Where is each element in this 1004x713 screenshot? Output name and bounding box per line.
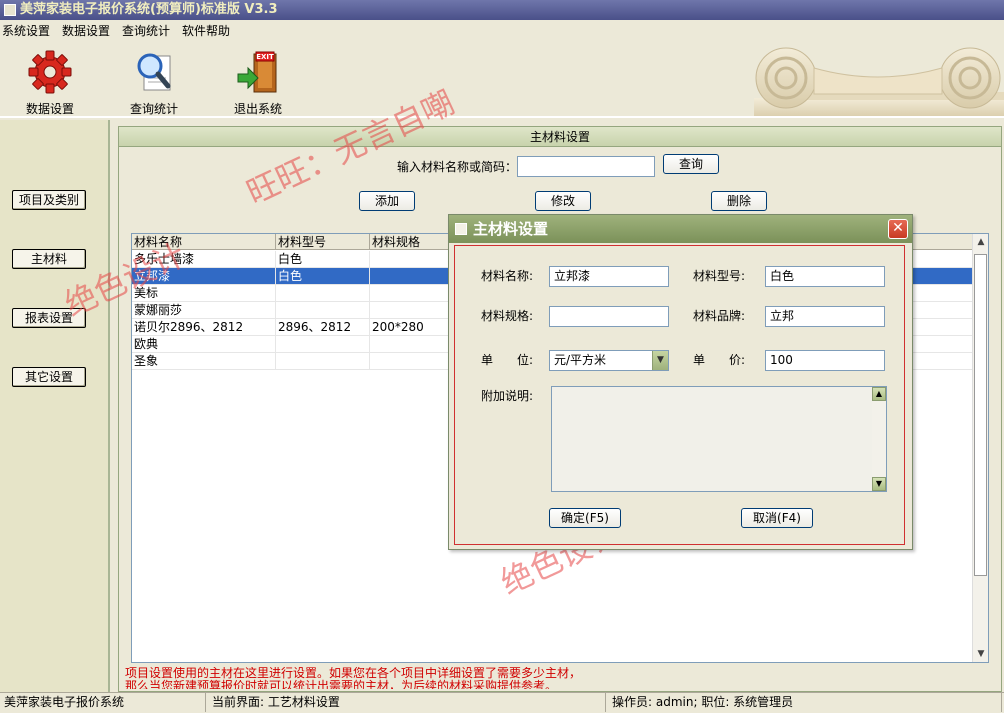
help-hint-text: 项目设置使用的主材在这里进行设置。如果您在各个项目中详细设置了需要多少主材， 那… <box>125 667 985 689</box>
table-cell <box>370 353 450 369</box>
menu-query-stats[interactable]: 查询统计 <box>122 20 176 42</box>
scroll-up-icon[interactable]: ▲ <box>872 387 886 401</box>
spec-field[interactable] <box>549 306 669 327</box>
data-settings-button[interactable]: 数据设置 <box>10 48 90 116</box>
table-cell: 2896、2812 <box>276 319 370 335</box>
menu-bar: 系统设置 数据设置 查询统计 软件帮助 <box>0 20 1004 42</box>
nav-report-settings-button[interactable]: 报表设置 <box>12 308 86 328</box>
exit-sign-text: EXIT <box>256 53 274 61</box>
dialog-title: 主材料设置 <box>473 220 549 238</box>
panel-header: 主材料设置 <box>119 127 1001 147</box>
unit-select-value: 元/平方米 <box>554 353 607 367</box>
toolbar: 数据设置 查询统计 EXIT 退出系统 <box>0 42 1004 118</box>
unit-label: 单 位: <box>481 353 534 367</box>
status-current-view: 当前界面: 工艺材料设置 <box>208 693 606 712</box>
status-operator: 操作员: admin; 职位: 系统管理员 <box>608 693 1002 712</box>
note-textarea[interactable]: ▲ ▼ <box>551 386 887 492</box>
table-cell: 蒙娜丽莎 <box>132 302 276 318</box>
scroll-thumb[interactable] <box>974 254 987 576</box>
add-button[interactable]: 添加 <box>359 191 415 211</box>
title-bar: 美萍家装电子报价系统(预算师)标准版 V3.3 <box>0 0 1004 20</box>
note-scrollbar[interactable]: ▲ ▼ <box>872 387 886 491</box>
table-cell <box>276 285 370 301</box>
left-nav-panel: 项目及类别 主材料 报表设置 其它设置 <box>0 120 110 692</box>
table-cell <box>370 302 450 318</box>
nav-main-material-button[interactable]: 主材料 <box>12 249 86 269</box>
model-field[interactable]: 白色 <box>765 266 885 287</box>
table-cell: 白色 <box>276 268 370 284</box>
column-header-model[interactable]: 材料型号 <box>276 234 370 250</box>
nav-other-settings-button[interactable]: 其它设置 <box>12 367 86 387</box>
red-gear-icon <box>26 48 74 96</box>
search-label: 输入材料名称或简码： <box>397 160 518 174</box>
brand-field[interactable]: 立邦 <box>765 306 885 327</box>
cancel-button[interactable]: 取消(F4) <box>741 508 813 528</box>
dialog-menu-icon[interactable] <box>455 223 467 235</box>
price-field[interactable]: 100 <box>765 350 885 371</box>
name-label: 材料名称: <box>481 269 534 283</box>
table-cell: 200*280 <box>370 319 450 335</box>
table-cell: 欧典 <box>132 336 276 352</box>
menu-help[interactable]: 软件帮助 <box>182 20 236 42</box>
menu-system-settings[interactable]: 系统设置 <box>2 20 56 42</box>
column-header-spec[interactable]: 材料规格 <box>370 234 450 250</box>
dialog-body: 材料名称: 立邦漆 材料型号: 白色 材料规格: 材料品牌: 立邦 单 位: 元… <box>454 245 905 545</box>
table-cell: 多乐士墙漆 <box>132 251 276 267</box>
table-cell <box>370 285 450 301</box>
table-cell <box>370 268 450 284</box>
search-input[interactable] <box>517 156 655 177</box>
material-edit-dialog: 主材料设置 ✕ 材料名称: 立邦漆 材料型号: 白色 材料规格: 材料品牌: 立… <box>448 214 913 550</box>
table-cell: 圣象 <box>132 353 276 369</box>
model-label: 材料型号: <box>693 269 746 283</box>
unit-select[interactable]: 元/平方米 ▼ <box>549 350 669 371</box>
nav-project-category-button[interactable]: 项目及类别 <box>12 190 86 210</box>
close-icon[interactable]: ✕ <box>888 219 908 239</box>
exit-label: 退出系统 <box>233 102 282 116</box>
spec-label: 材料规格: <box>481 309 534 323</box>
brand-label: 材料品牌: <box>693 309 746 323</box>
column-header-name[interactable]: 材料名称 <box>132 234 276 250</box>
price-label: 单 价: <box>693 353 746 367</box>
magnifier-document-icon <box>130 48 178 96</box>
table-cell: 美标 <box>132 285 276 301</box>
exit-door-icon: EXIT <box>234 48 282 96</box>
scroll-down-icon[interactable]: ▼ <box>973 646 988 662</box>
delete-button[interactable]: 删除 <box>711 191 767 211</box>
edit-button[interactable]: 修改 <box>535 191 591 211</box>
table-cell: 白色 <box>276 251 370 267</box>
ionic-capital-decoration <box>714 42 1004 116</box>
scroll-down-icon[interactable]: ▼ <box>872 477 886 491</box>
hint-line-2: 那么当您新建预算报价时就可以统计出需要的主材，为后续的材料采购提供参考。 <box>125 679 558 690</box>
status-bar: 美萍家装电子报价系统 当前界面: 工艺材料设置 操作员: admin; 职位: … <box>0 692 1004 713</box>
table-cell <box>370 251 450 267</box>
note-label: 附加说明: <box>481 389 534 403</box>
table-cell: 立邦漆 <box>132 268 276 284</box>
name-field[interactable]: 立邦漆 <box>549 266 669 287</box>
exit-button[interactable]: EXIT 退出系统 <box>218 48 298 116</box>
table-cell: 诺贝尔2896、2812 <box>132 319 276 335</box>
dialog-title-bar[interactable]: 主材料设置 <box>449 215 912 243</box>
table-cell <box>370 336 450 352</box>
query-stats-label: 查询统计 <box>129 102 178 116</box>
menu-data-settings[interactable]: 数据设置 <box>62 20 116 42</box>
window-menu-icon[interactable] <box>4 4 16 16</box>
data-settings-label: 数据设置 <box>25 102 74 116</box>
query-stats-button[interactable]: 查询统计 <box>114 48 194 116</box>
query-button[interactable]: 查询 <box>663 154 719 174</box>
status-app-name: 美萍家装电子报价系统 <box>0 693 206 712</box>
table-cell <box>276 302 370 318</box>
window-title: 美萍家装电子报价系统(预算师)标准版 V3.3 <box>20 2 278 17</box>
table-cell <box>276 336 370 352</box>
scroll-up-icon[interactable]: ▲ <box>973 234 988 250</box>
table-vertical-scrollbar[interactable]: ▲ ▼ <box>972 234 988 662</box>
ok-button[interactable]: 确定(F5) <box>549 508 621 528</box>
table-cell <box>276 353 370 369</box>
chevron-down-icon[interactable]: ▼ <box>652 351 668 370</box>
